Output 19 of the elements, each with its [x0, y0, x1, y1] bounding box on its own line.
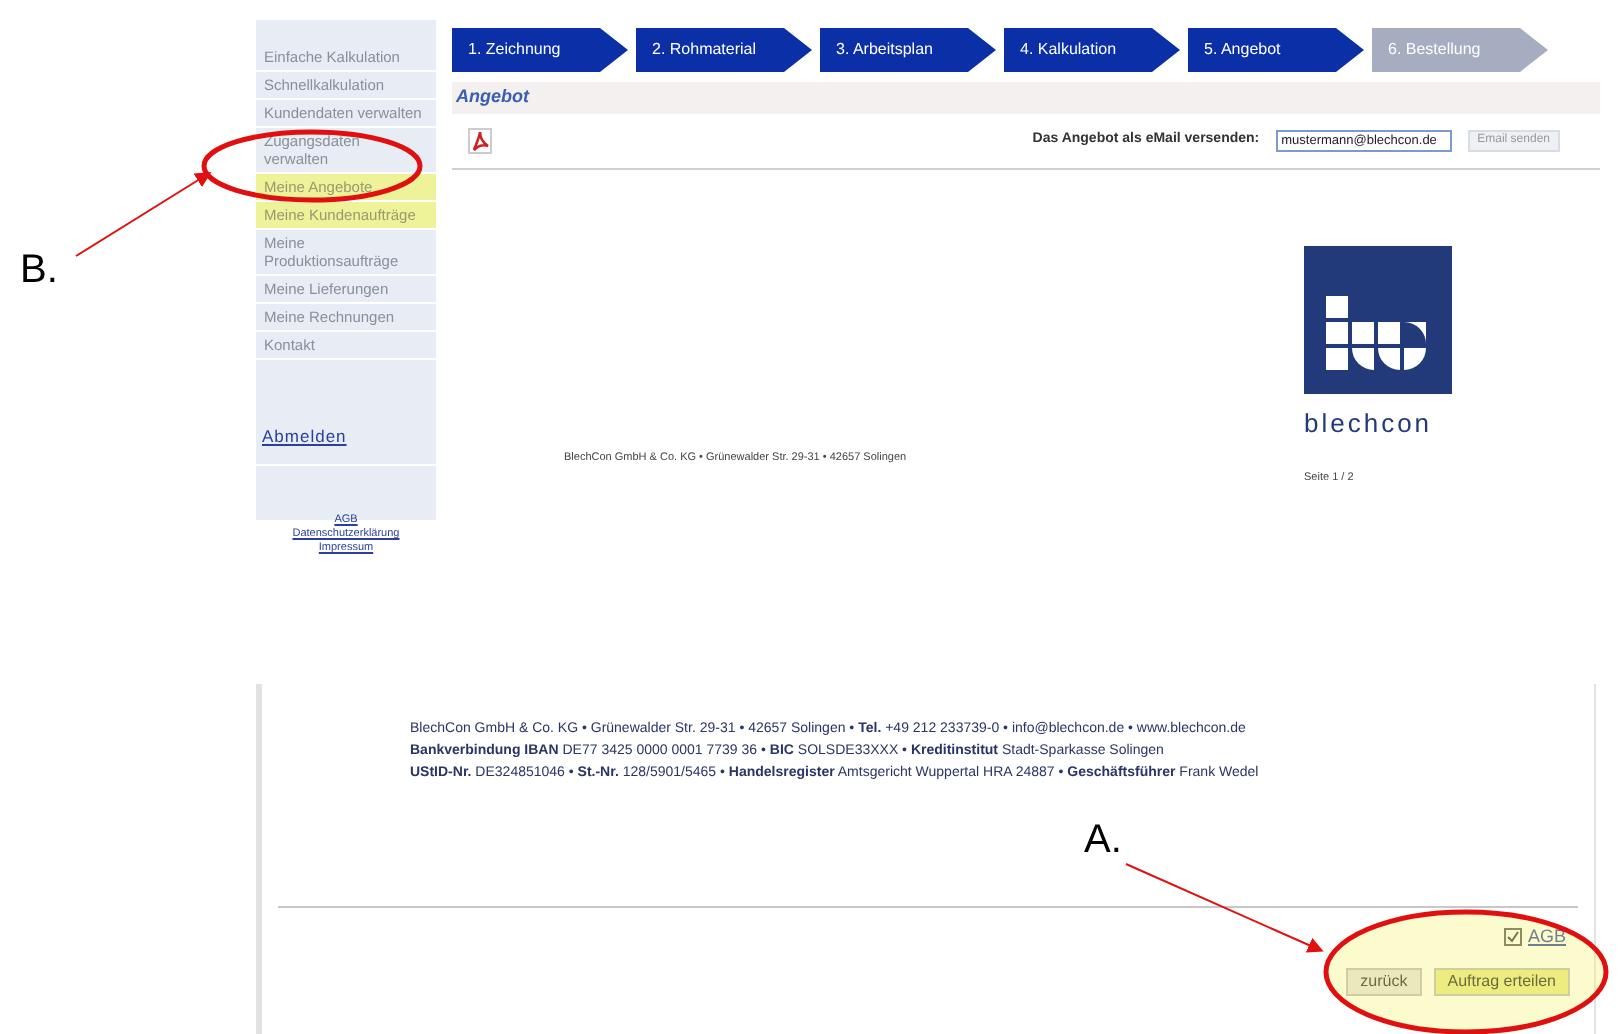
section-header: Angebot — [452, 82, 1600, 113]
logout-link[interactable]: Abmelden — [262, 426, 347, 446]
logo-icon — [1304, 245, 1452, 393]
agb-checkbox[interactable] — [1503, 928, 1522, 947]
pdf-icon[interactable] — [468, 127, 492, 153]
logo-wordmark: blechcon — [1304, 405, 1435, 441]
step-tab[interactable]: 6. Bestellung — [1372, 28, 1548, 72]
action-button[interactable]: Auftrag erteilen — [1433, 967, 1570, 995]
action-button[interactable]: zurück — [1346, 967, 1422, 995]
agb-link[interactable]: AGB — [1527, 924, 1566, 951]
annotation-label: A. — [1084, 816, 1122, 866]
step-tab[interactable]: 4. Kalkulation — [1004, 28, 1180, 72]
step-tab[interactable]: 5. Angebot — [1188, 28, 1364, 72]
annotation-label: B. — [20, 246, 58, 296]
check-icon — [1505, 930, 1520, 945]
step-tab[interactable]: 1. Zeichnung — [452, 28, 628, 72]
annotation-arrow — [75, 171, 212, 257]
step-tab[interactable]: 2. Rohmaterial — [636, 28, 812, 72]
step-tab[interactable]: 3. Arbeitsplan — [820, 28, 996, 72]
